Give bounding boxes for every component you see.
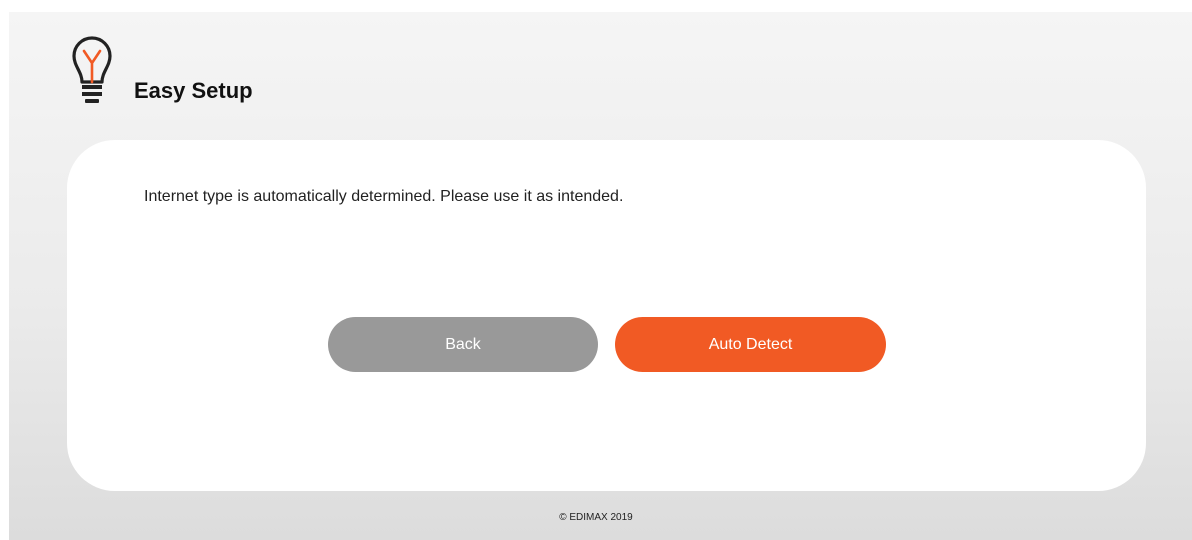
lightbulb-icon [72, 36, 112, 103]
back-button[interactable]: Back [328, 317, 598, 372]
auto-detect-button[interactable]: Auto Detect [615, 317, 886, 372]
content-card: Internet type is automatically determine… [67, 140, 1146, 491]
page-title: Easy Setup [134, 78, 253, 103]
copyright-footer: © EDIMAX 2019 [559, 512, 633, 523]
info-message: Internet type is automatically determine… [144, 188, 624, 205]
